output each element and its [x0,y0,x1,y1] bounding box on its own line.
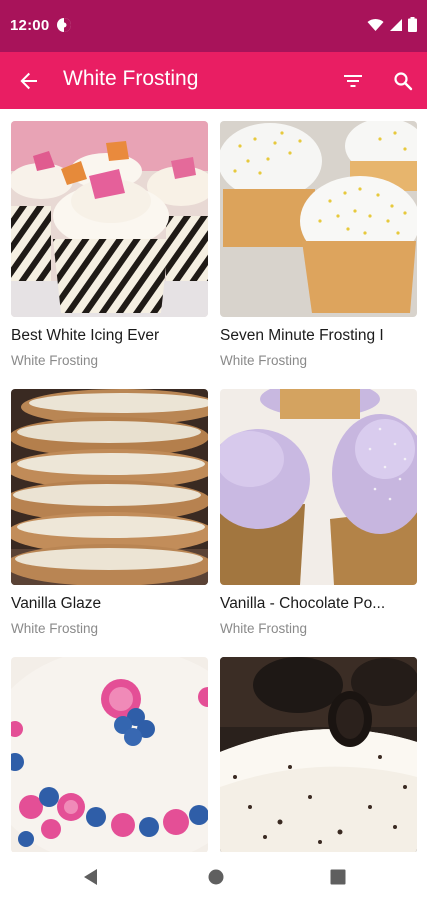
signal-icon [389,18,403,32]
nav-recents-icon [327,866,349,888]
recipe-image [11,657,208,852]
app-bar: White Frosting [0,52,427,109]
recipe-category: White Frosting [11,621,99,636]
arrow-back-icon [19,71,39,91]
recipe-title: Vanilla - Chocolate Po... [220,595,386,612]
nav-back-button[interactable] [80,866,102,888]
wifi-icon [367,18,384,32]
recipe-title: Best White Icing Ever [11,327,160,344]
recipe-grid: Best White Icing Ever White Frosting Sev… [11,121,417,852]
recipe-title: Vanilla Glaze [11,595,102,612]
filter-button[interactable] [338,66,368,96]
recipe-image [220,389,417,585]
recipe-image [11,389,208,585]
recipe-title: Seven Minute Frosting I [220,327,384,344]
status-bar: 12:00 [0,0,427,52]
recipe-card[interactable] [220,657,417,852]
recipe-card[interactable] [11,657,208,852]
recipe-image [11,121,208,317]
nav-back-icon [80,866,102,888]
recipe-card[interactable]: Best White Icing Ever White Frosting [11,121,208,377]
recipe-category: White Frosting [220,621,308,636]
recipe-card[interactable]: Vanilla Glaze White Frosting [11,389,208,645]
battery-icon [408,17,417,32]
status-icons [367,17,417,32]
recipe-image [220,121,417,317]
nav-home-icon [205,866,227,888]
system-nav-bar [0,852,427,900]
search-button[interactable] [388,66,418,96]
recipe-category: White Frosting [11,353,99,368]
page-title: White Frosting [63,67,199,90]
nav-home-button[interactable] [205,866,227,888]
filter-icon [343,73,363,89]
recipe-card[interactable]: Seven Minute Frosting I White Frosting [220,121,417,377]
recipe-category: White Frosting [220,353,308,368]
status-time: 12:00 [10,17,50,34]
recipe-card[interactable]: Vanilla - Chocolate Po... White Frosting [220,389,417,645]
nav-recents-button[interactable] [327,866,349,888]
recipe-image [220,657,417,852]
app-notification-icon [56,17,72,33]
search-icon [393,71,413,91]
back-button[interactable] [14,66,44,96]
